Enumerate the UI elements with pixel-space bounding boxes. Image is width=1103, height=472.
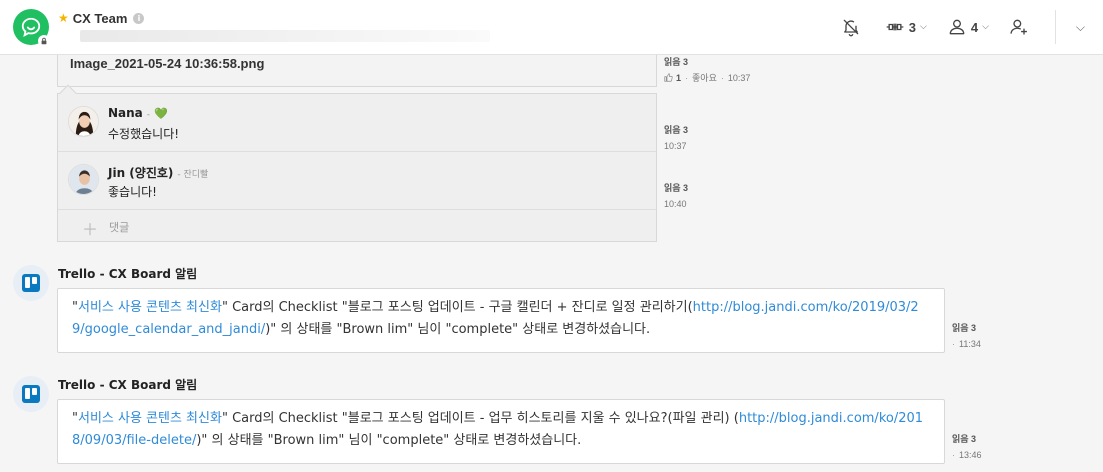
read-receipt[interactable]: 읽음 3 [664, 55, 750, 70]
card-link[interactable]: 서비스 사용 콘텐츠 최신화 [78, 300, 222, 315]
message-meta: 읽음 3 · 11:34 [952, 320, 981, 352]
comment-author[interactable]: Jin (양진호) - 잔디빨 [108, 164, 208, 181]
message-text: )" 의 상태를 "Brown lim" 님이 "complete" 상태로 변… [196, 433, 582, 448]
comment-thread: Nana - 💚 수정했습니다! Jin (양진호) - 잔디빨 좋습니다! ＋ 댓… [57, 93, 657, 242]
thumbs-up-icon[interactable] [664, 73, 673, 82]
comment-item: Jin (양진호) - 잔디빨 좋습니다! [58, 152, 656, 210]
message-bubble: "서비스 사용 콘텐츠 최신화" Card의 Checklist "블로그 포스… [57, 399, 945, 464]
message-bubble: "서비스 사용 콘텐츠 최신화" Card의 Checklist "블로그 포스… [57, 288, 945, 353]
star-icon[interactable]: ★ [58, 11, 69, 25]
header-more-button[interactable]: ⌵ [1072, 0, 1085, 54]
file-message-meta: 읽음 3 1 · 좋아요 · 10:37 [664, 55, 750, 86]
header-divider [1054, 10, 1056, 44]
comment-time: 10:40 [664, 199, 687, 209]
card-link[interactable]: 서비스 사용 콘텐츠 최신화 [78, 411, 222, 426]
message-text: " Card의 Checklist "블로그 포스팅 업데이트 - 구글 캘린더… [221, 300, 693, 315]
lock-icon [41, 37, 47, 45]
members-count: 4 [970, 19, 979, 35]
message-sender[interactable]: Trello - CX Board 알림 [58, 265, 197, 282]
file-attachment-card[interactable]: Image_2021-05-24 10:36:58.png [57, 55, 657, 87]
info-icon[interactable]: i [133, 12, 145, 24]
topic-header: ★ CX Team i 3 ⌵ 4 ⌵ ⌵ [0, 0, 1103, 55]
chat-icon [21, 17, 41, 38]
message-sender[interactable]: Trello - CX Board 알림 [58, 376, 197, 393]
like-button[interactable]: 좋아요 [692, 73, 717, 83]
user-icon [949, 19, 965, 35]
add-user-icon [1010, 19, 1027, 35]
comment-author[interactable]: Nana - 💚 [108, 106, 168, 120]
profile-photo [69, 107, 98, 136]
trello-icon [22, 385, 40, 403]
message-meta: 읽음 3 · 13:46 [952, 431, 982, 463]
comment-time: 10:37 [664, 141, 687, 151]
chevron-down-icon: ⌵ [982, 22, 989, 32]
avatar[interactable] [68, 164, 99, 195]
topic-description [80, 30, 490, 42]
profile-photo [69, 165, 98, 194]
trello-avatar[interactable] [13, 376, 49, 412]
comment-item: Nana - 💚 수정했습니다! [58, 94, 656, 152]
avatar[interactable] [68, 106, 99, 137]
plus-icon[interactable]: ＋ [82, 216, 98, 240]
message-text: )" 의 상태를 "Brown lim" 님이 "complete" 상태로 변… [265, 322, 651, 337]
green-heart-icon: 💚 [154, 107, 168, 120]
read-receipt[interactable]: 읽음 3 [952, 320, 981, 336]
invite-member-button[interactable] [1009, 0, 1029, 54]
connect-icon [886, 23, 904, 31]
comment-placeholder: 댓글 [109, 221, 130, 234]
comment-input[interactable]: ＋ 댓글 [58, 210, 656, 241]
comment-meta: 읽음 3 10:40 [664, 180, 688, 212]
bell-off-icon [843, 19, 859, 37]
team-name[interactable]: CX Team [73, 11, 128, 26]
mute-notifications-button[interactable] [841, 0, 861, 54]
message-time: 10:37 [727, 73, 751, 83]
message-time: 13:46 [959, 450, 982, 460]
like-count: 1 [676, 73, 682, 83]
connect-menu-button[interactable]: 3 ⌵ [885, 0, 927, 54]
members-button[interactable]: 4 ⌵ [947, 0, 989, 54]
trello-avatar[interactable] [13, 265, 49, 301]
comment-text: 수정했습니다! [108, 127, 180, 141]
trello-icon [22, 274, 40, 292]
message-text: " Card의 Checklist "블로그 포스팅 업데이트 - 업무 히스토… [221, 411, 739, 426]
lock-badge [38, 35, 50, 47]
comment-text: 좋습니다! [108, 185, 157, 199]
chevron-down-icon: ⌵ [1075, 19, 1085, 34]
read-receipt[interactable]: 읽음 3 [664, 122, 688, 138]
chevron-down-icon: ⌵ [920, 22, 927, 32]
message-timeline[interactable]: Image_2021-05-24 10:36:58.png 읽음 3 1 · 좋아요… [0, 55, 1103, 472]
read-receipt[interactable]: 읽음 3 [664, 180, 688, 196]
connect-count: 3 [908, 19, 916, 35]
read-receipt[interactable]: 읽음 3 [952, 431, 982, 447]
file-name[interactable]: Image_2021-05-24 10:36:58.png [70, 56, 264, 71]
message-time: 11:34 [959, 339, 981, 349]
comment-meta: 읽음 3 10:37 [664, 122, 688, 154]
